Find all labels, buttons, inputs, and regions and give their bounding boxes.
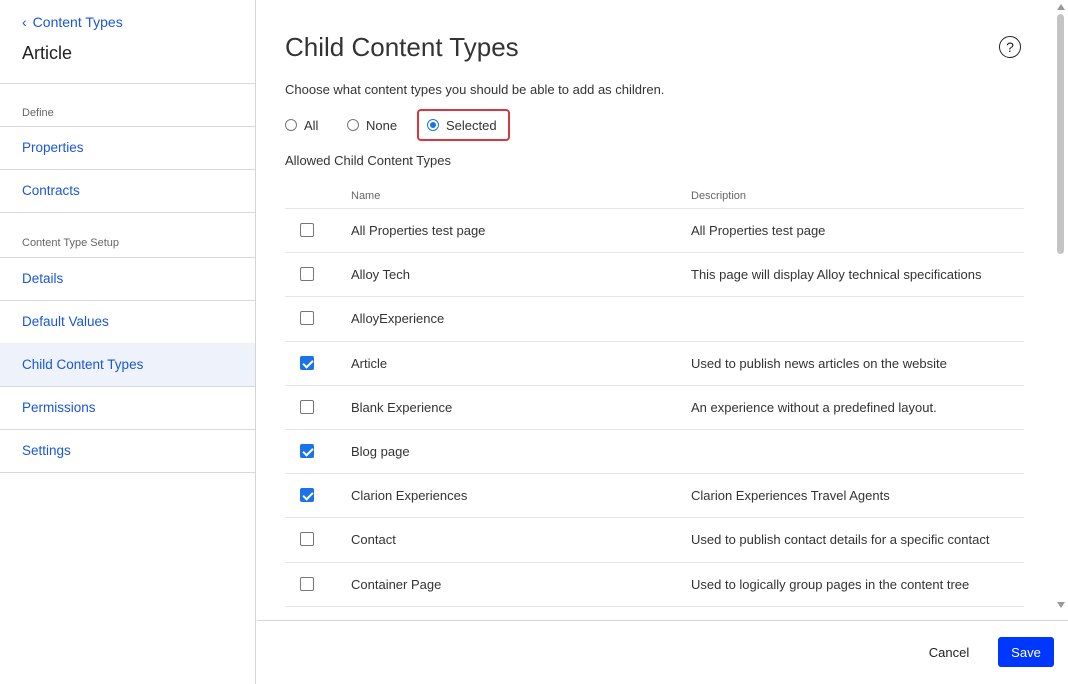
radio-label: None xyxy=(366,117,398,133)
row-checkbox[interactable] xyxy=(300,311,314,326)
sidebar-item-label: Default Values xyxy=(22,314,109,329)
column-header-description: Description xyxy=(691,190,747,202)
highlight-box xyxy=(417,109,510,141)
sidebar-item-label: Contracts xyxy=(22,183,80,198)
row-name: Blank Experience xyxy=(351,399,453,415)
sidebar-item-label: Properties xyxy=(22,140,84,155)
row-checkbox[interactable] xyxy=(300,576,314,591)
row-checkbox[interactable] xyxy=(300,532,314,547)
scroll-down-arrow-icon[interactable] xyxy=(1057,602,1065,608)
chevron-left-icon: ‹ xyxy=(22,14,27,30)
row-checkbox[interactable] xyxy=(300,355,314,370)
table-row: All Properties test page All Properties t… xyxy=(285,209,1024,254)
sidebar-item-label: Settings xyxy=(22,443,71,458)
row-checkbox[interactable] xyxy=(300,267,314,282)
section-label: Allowed Child Content Types xyxy=(285,153,451,168)
table-body: All Properties test page All Properties t… xyxy=(285,209,1024,607)
table-row: Clarion Experiences Clarion Experiences T… xyxy=(285,474,1024,519)
row-name: Article xyxy=(351,355,388,371)
sidebar-item-label: Permissions xyxy=(22,400,96,415)
table-header: Name Description xyxy=(285,184,1024,209)
table-row: AlloyExperience xyxy=(285,297,1024,342)
row-description: All Properties test page xyxy=(691,223,826,238)
cancel-button[interactable]: Cancel xyxy=(917,637,981,667)
divider xyxy=(0,472,255,473)
divider xyxy=(0,83,255,84)
table-row: Contact Used to publish contact details f… xyxy=(285,518,1024,563)
column-header-name: Name xyxy=(351,190,381,202)
sidebar-item-contracts[interactable]: Contracts xyxy=(0,169,255,212)
back-link[interactable]: ‹ Content Types xyxy=(22,14,123,30)
row-description: This page will display Alloy technical s… xyxy=(691,267,982,283)
sidebar-item-label: Child Content Types xyxy=(22,357,144,372)
sidebar-item-permissions[interactable]: Permissions xyxy=(0,386,255,429)
main-content: Child Content Types ? Choose what conten… xyxy=(257,0,1054,620)
sidebar-item-child-content-types[interactable]: Child Content Types xyxy=(0,343,255,386)
row-checkbox[interactable] xyxy=(300,488,314,503)
back-link-label: Content Types xyxy=(32,14,123,30)
section-define: Define xyxy=(22,107,54,119)
footer: Cancel Save xyxy=(257,620,1068,684)
table-row: Alloy Tech This page will display Alloy t… xyxy=(285,253,1024,298)
row-name: Contact xyxy=(351,532,396,548)
row-checkbox[interactable] xyxy=(300,443,314,458)
section-content-type-setup: Content Type Setup xyxy=(22,237,120,249)
row-name: Alloy Tech xyxy=(351,267,411,283)
table-row: Blank Experience An experience without a … xyxy=(285,386,1024,430)
content-types-table: Name Description All Properties test pag… xyxy=(285,184,1024,607)
sidebar-item-default-values[interactable]: Default Values xyxy=(0,300,255,343)
row-name: Clarion Experiences xyxy=(351,488,468,504)
row-checkbox[interactable] xyxy=(300,399,314,414)
help-icon[interactable]: ? xyxy=(999,36,1021,58)
row-description: Used to logically group pages in the con… xyxy=(691,576,970,592)
row-description: Used to publish contact details for a sp… xyxy=(691,532,990,548)
sidebar-item-properties[interactable]: Properties xyxy=(0,126,255,169)
sidebar-item-settings[interactable]: Settings xyxy=(0,429,255,472)
radio-all[interactable]: All xyxy=(285,118,318,133)
sidebar-item-label: Details xyxy=(22,271,64,286)
sidebar: ‹ Content Types Article Define Propertie… xyxy=(0,0,256,684)
row-description: Clarion Experiences Travel Agents xyxy=(691,488,890,504)
row-name: All Properties test page xyxy=(351,223,486,238)
scroll-up-arrow-icon[interactable] xyxy=(1057,4,1065,10)
table-row: Blog page xyxy=(285,430,1024,475)
row-description: Used to publish news articles on the web… xyxy=(691,355,947,371)
table-row: Article Used to publish news articles on … xyxy=(285,342,1024,386)
row-description: An experience without a predefined layou… xyxy=(691,399,937,415)
row-name: Blog page xyxy=(351,443,410,459)
row-checkbox[interactable] xyxy=(300,223,314,237)
page-subtitle: Choose what content types you should be … xyxy=(285,82,665,97)
row-name: Container Page xyxy=(351,576,442,592)
scrollbar[interactable] xyxy=(1054,0,1068,620)
sidebar-item-details[interactable]: Details xyxy=(0,257,255,300)
radio-label: All xyxy=(304,117,319,133)
sidebar-title: Article xyxy=(22,43,73,63)
divider xyxy=(0,212,255,213)
radio-circle[interactable] xyxy=(285,119,297,131)
radio-none[interactable]: None xyxy=(347,118,397,133)
page-title: Child Content Types xyxy=(285,32,519,62)
scrollbar-thumb[interactable] xyxy=(1057,14,1064,254)
save-button[interactable]: Save xyxy=(998,637,1054,667)
radio-circle[interactable] xyxy=(347,119,359,131)
row-name: AlloyExperience xyxy=(351,311,445,327)
table-row: Container Page Used to logically group pa… xyxy=(285,563,1024,607)
